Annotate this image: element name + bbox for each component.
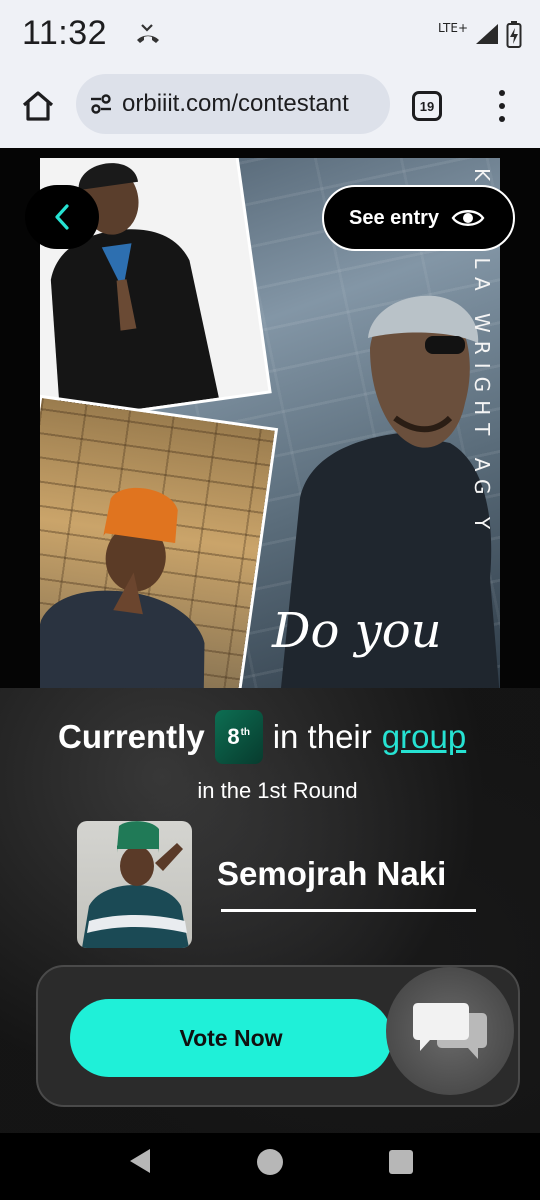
network-type: LTE+ [438,21,468,35]
contestant-avatar[interactable] [77,821,192,948]
home-icon[interactable] [18,86,58,126]
chevron-left-icon [55,204,69,230]
status-indicators: LTE+ [438,20,522,48]
rank-middle-text: in their [272,718,372,755]
contestant-figure [82,821,189,948]
rank-line: Currently 8th in their group [58,710,466,764]
url-text: orbiiit.com/contestant [122,90,349,117]
signal-icon [476,24,498,44]
missed-call-icon [137,24,159,43]
system-nav-bar [0,1133,540,1200]
group-link[interactable]: group [382,718,466,756]
see-entry-button[interactable]: See entry [322,185,515,251]
chat-bubbles-icon [413,1003,487,1059]
contestant-name: Semojrah Naki [217,855,447,892]
address-bar[interactable]: orbiiit.com/contestant [76,74,390,134]
more-menu-icon[interactable] [490,88,514,124]
vote-now-button[interactable]: Vote Now [70,999,392,1077]
tabs-button[interactable]: 19 [412,91,442,121]
status-time: 11:32 [22,14,108,52]
page-content: KAMALA WRIGHT AG Y Do you See entry Curr… [0,148,540,1133]
bottom-inset-photo [40,398,275,688]
nav-recents-icon[interactable] [389,1150,413,1174]
status-bar: 11:32 LTE+ [0,0,540,70]
rank-number: 8 [227,724,240,749]
rank-suffix: th [240,726,251,738]
rank-badge: 8th [214,710,263,764]
round-text: in the 1st Round [197,778,358,803]
back-button[interactable] [25,185,99,249]
chat-button[interactable] [386,967,514,1095]
nav-home-icon[interactable] [257,1149,283,1175]
vote-action-bar: Vote Now [36,965,520,1107]
praying-man-figure [40,487,205,688]
rank-prefix: Currently [58,718,205,755]
nav-back-icon[interactable] [128,1147,152,1175]
name-divider [221,909,476,912]
browser-toolbar: orbiiit.com/contestant 19 [0,70,540,148]
see-entry-label: See entry [349,206,440,229]
battery-charging-icon [506,21,522,48]
poster-script-text: Do you [272,603,442,659]
eye-icon [451,210,485,226]
site-settings-icon[interactable] [88,91,114,117]
